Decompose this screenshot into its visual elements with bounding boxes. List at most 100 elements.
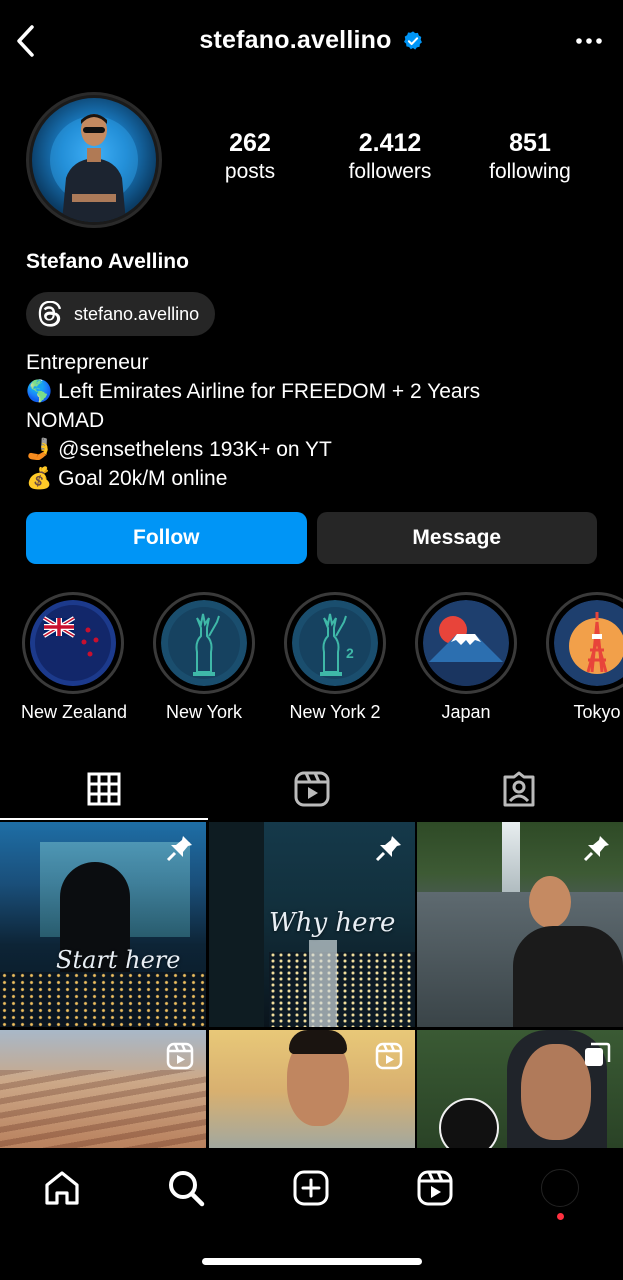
threads-handle: stefano.avellino [74,303,200,324]
bio-text-1: Entrepreneur [26,351,149,374]
profile-actions: Follow Message [26,512,597,564]
post-canyon-layers [0,1070,206,1148]
highlight-label: New Zealand [21,702,128,722]
followers-stat[interactable]: 2.412 followers [320,129,460,185]
posts-count: 262 [229,129,271,157]
carousel-icon [585,1042,611,1066]
highlight-label: New York [165,702,243,722]
money-bag-emoji-icon: 💰 [26,467,53,490]
reels-button[interactable] [405,1166,465,1210]
highlight-new-york-2[interactable]: 2 New York 2 [283,592,387,723]
tagged-person-icon [503,771,535,807]
home-button[interactable] [32,1166,92,1210]
reels-icon [294,771,329,807]
highlight-tokyo[interactable]: Tokyo [545,592,623,723]
following-count: 851 [509,129,551,157]
post-face [529,876,571,928]
pin-icon [166,836,192,862]
statue-of-liberty-icon [161,600,247,686]
bio-mention-link[interactable]: @sensethelens 193K+ on YT [58,435,332,464]
avatar-ring[interactable] [26,92,162,228]
bio-text-5: Goal 20k/M online [58,467,228,490]
highlight-new-zealand[interactable]: New Zealand [21,592,128,723]
verified-badge-icon [403,30,422,50]
post-face [521,1044,591,1140]
pin-icon [375,836,401,862]
grid-icon [87,772,121,806]
highlight-new-york[interactable]: New York [152,592,256,723]
bio-text-3: NOMAD [26,409,105,432]
tagged-tab[interactable] [415,758,623,820]
bio-line-3: NOMAD [26,406,606,435]
more-options-button[interactable] [573,28,605,54]
story-highlights: New Zealand New York 2 New York 2 Japan … [0,592,623,732]
reels-icon [417,1170,453,1206]
following-stat[interactable]: 851 following [460,129,600,185]
new-zealand-flag-icon [30,600,116,686]
profile-tabs [0,758,623,820]
following-label: following [489,159,571,183]
create-icon [293,1170,329,1206]
post-sticker [439,1098,499,1148]
posts-stat[interactable]: 262 posts [180,129,320,185]
reels-tab[interactable] [208,758,416,820]
create-button[interactable] [281,1166,341,1210]
bio-line-4: 🤳 @sensethelens 193K+ on YT [26,435,606,464]
post-tile[interactable]: Why here [209,822,415,1027]
post-tile[interactable]: Start here [0,822,206,1027]
posts-grid: Start here Why here [0,822,623,1148]
highlight-label: Tokyo [573,702,621,722]
posts-label: posts [224,159,276,183]
username-title: stefano.avellino [199,26,392,54]
avatar [32,98,156,222]
notification-dot [557,1213,564,1220]
highlight-japan[interactable]: Japan [414,592,518,723]
home-indicator[interactable] [202,1258,422,1265]
post-tile[interactable] [417,1030,623,1148]
statue-of-liberty-2-icon: 2 [292,600,378,686]
post-tile[interactable] [209,1030,415,1148]
reel-icon [375,1042,403,1070]
threads-icon [38,301,62,327]
highlight-ring: 2 [284,592,386,694]
svg-text:2: 2 [346,645,354,661]
post-tile[interactable] [417,822,623,1027]
profile-stats: 262 posts 2.412 followers 851 following [180,129,600,185]
tokyo-tower-icon [554,600,623,686]
profile-avatar-icon [541,1169,579,1207]
mount-fuji-icon [423,600,509,686]
post-jacket [513,926,623,1027]
profile-header: stefano.avellino [0,0,623,82]
post-caption: Why here [269,908,396,938]
highlight-label: New York 2 [289,702,381,722]
more-dots-icon [576,38,602,44]
bio-text-2: Left Emirates Airline for FREEDOM + 2 Ye… [58,380,481,403]
highlight-ring [22,592,124,694]
followers-label: followers [348,159,432,183]
message-button[interactable]: Message [316,512,597,564]
post-caption: Start here [56,946,181,974]
followers-count: 2.412 [358,129,422,157]
search-button[interactable] [156,1166,216,1210]
grid-tab[interactable] [0,758,208,820]
post-wall [209,822,264,1027]
avatar-portrait-icon [50,114,138,222]
post-city-lights [0,972,206,1027]
home-icon [45,1171,79,1205]
highlight-label: Japan [441,702,491,722]
follow-button[interactable]: Follow [26,512,307,564]
post-waterfall [502,822,520,892]
post-tile[interactable] [0,1030,206,1148]
highlight-ring [415,592,517,694]
post-city-lights [269,952,415,1027]
selfie-emoji-icon: 🤳 [26,438,53,461]
bio-line-1: Entrepreneur [26,348,606,377]
threads-badge[interactable]: stefano.avellino [26,292,216,336]
globe-emoji-icon: 🌎 [26,380,53,403]
highlight-ring [153,592,255,694]
highlight-ring [546,592,623,694]
post-hair [289,1030,347,1054]
pin-icon [583,836,609,862]
profile-button[interactable] [530,1166,590,1210]
post-tower [309,940,337,1027]
